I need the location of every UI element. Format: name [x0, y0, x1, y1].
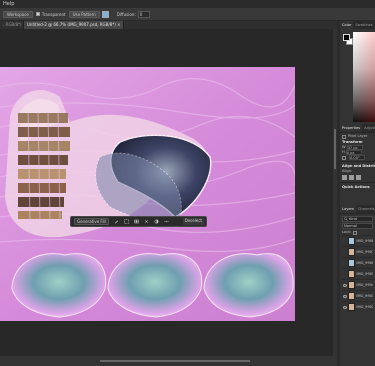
layer-row[interactable]: IMG_9908	[342, 235, 373, 246]
right-panels: Color Swatches Properties Adjustments Pi…	[340, 21, 375, 366]
tab-channels[interactable]: Channels	[356, 205, 375, 213]
horizontal-scroll-thumb[interactable]	[100, 360, 250, 362]
layer-name: IMG_9905	[356, 272, 373, 276]
diffusion-field[interactable]: 0	[137, 10, 150, 18]
align-right-icon[interactable]	[356, 175, 361, 180]
pixel-layer-icon	[342, 134, 346, 139]
tab-previous-document[interactable]: , RGB/8*) ×	[0, 21, 24, 29]
layer-name: IMG_9908	[356, 239, 373, 243]
blend-mode-value: Normal	[344, 224, 358, 228]
layer-name: IMG_9902	[356, 305, 373, 309]
layer-thumbnail	[347, 248, 356, 256]
layer-name: IMG_9904	[356, 283, 373, 287]
menu-bar: Help	[0, 0, 375, 8]
canvas-image	[0, 67, 295, 321]
deselect-button[interactable]: Deselect	[182, 218, 204, 225]
contextual-task-bar: Generative Fill Deselect	[70, 216, 207, 227]
document-canvas[interactable]	[0, 67, 295, 321]
properties-panel: Pixel Layer Transform W 37 px H0 px 0.00°	[340, 132, 375, 161]
adjust-icon[interactable]	[154, 219, 159, 224]
align-center-icon[interactable]	[349, 175, 354, 180]
layers-panel: Kind Normal Lock: IMG_9908 IMG_9907 IMG_99…	[340, 213, 375, 313]
height-label: H	[342, 150, 345, 154]
tab-untitled-2[interactable]: Untitled-2 @ 66.7% (IMG_9907.psd, RGB/8*…	[24, 21, 125, 29]
tab-color[interactable]: Color	[340, 21, 354, 29]
quick-actions-section: Quick Actions	[340, 182, 375, 191]
diffusion-label: Diffusion:	[116, 11, 136, 17]
lock-icon[interactable]	[353, 230, 358, 235]
document-tabs: , RGB/8*) × Untitled-2 @ 66.7% (IMG_9907…	[0, 21, 337, 29]
layer-filter[interactable]: Kind	[342, 216, 373, 222]
layer-row[interactable]: IMG_9904	[342, 279, 373, 290]
brush-icon[interactable]	[114, 219, 119, 224]
layer-thumbnail	[347, 292, 356, 300]
marquee-icon[interactable]	[124, 219, 129, 224]
color-panel-tabs: Color Swatches	[340, 21, 375, 29]
visibility-eye-icon[interactable]	[343, 294, 347, 298]
foreground-color[interactable]	[343, 34, 350, 41]
layer-name: IMG_9906	[356, 261, 373, 265]
options-bar: Workspace Transparent Use Pattern Diffus…	[0, 8, 375, 21]
transparent-checkbox[interactable]	[35, 12, 40, 16]
layer-thumbnail	[347, 259, 356, 267]
tab-adjustments[interactable]: Adjustments	[362, 124, 375, 132]
angle-field[interactable]: 0.00°	[349, 155, 365, 160]
align-section: Align and Distribute Align:	[340, 161, 375, 182]
align-left-icon[interactable]	[342, 175, 347, 180]
workspace-button-wrap: Workspace	[3, 10, 33, 18]
menu-help[interactable]: Help	[3, 1, 14, 7]
transform-icon[interactable]	[144, 219, 149, 224]
transparent-option[interactable]: Transparent	[35, 11, 66, 17]
vertical-scroll-thumb[interactable]	[334, 129, 336, 169]
visibility-eye-icon[interactable]	[343, 305, 347, 309]
mask-icon[interactable]	[134, 219, 139, 224]
color-panel	[340, 29, 375, 124]
pattern-swatch[interactable]	[101, 10, 109, 18]
layer-thumbnail	[347, 303, 356, 311]
use-pattern-option[interactable]: Use Pattern	[68, 10, 109, 18]
properties-panel-tabs: Properties Adjustments	[340, 124, 375, 132]
search-icon	[344, 217, 348, 221]
diffusion-option: Diffusion: 0	[116, 10, 150, 18]
lock-label: Lock:	[342, 230, 352, 234]
canvas-workspace[interactable]: Generative Fill Deselect	[0, 29, 333, 356]
layer-thumbnail	[347, 281, 356, 289]
color-picker-field[interactable]	[353, 32, 375, 122]
layers-panel-tabs: Layers Channels	[340, 205, 375, 213]
more-options-icon[interactable]	[164, 219, 169, 224]
blend-mode-select[interactable]: Normal	[342, 223, 373, 229]
horizontal-scrollbar[interactable]	[0, 356, 337, 366]
transparent-label: Transparent	[41, 11, 66, 17]
layer-row[interactable]: IMG_9906	[342, 257, 373, 268]
use-pattern-button[interactable]: Use Pattern	[68, 10, 100, 18]
generative-fill-label: Generative Fill	[74, 218, 109, 225]
layer-row[interactable]: IMG_9902	[342, 301, 373, 312]
quick-actions-heading[interactable]: Quick Actions	[342, 184, 373, 190]
layer-filter-kind: Kind	[349, 217, 357, 221]
generative-fill-button[interactable]: Generative Fill	[74, 218, 109, 225]
workspace-button[interactable]: Workspace	[3, 10, 33, 18]
tab-layers[interactable]: Layers	[340, 205, 356, 213]
angle-icon	[342, 155, 346, 160]
layer-name: IMG_9903	[356, 294, 373, 298]
layer-row[interactable]: IMG_9905	[342, 268, 373, 279]
layer-thumbnail	[347, 270, 356, 278]
tab-properties[interactable]: Properties	[340, 124, 363, 132]
layer-thumbnail	[347, 237, 356, 245]
layer-name: IMG_9907	[356, 250, 373, 254]
layer-list: IMG_9908 IMG_9907 IMG_9906 IMG_9905 IMG_9904…	[342, 235, 373, 312]
layer-row[interactable]: IMG_9907	[342, 246, 373, 257]
layer-row[interactable]: IMG_9903	[342, 290, 373, 301]
visibility-eye-icon[interactable]	[343, 283, 347, 287]
tab-swatches[interactable]: Swatches	[353, 21, 374, 29]
